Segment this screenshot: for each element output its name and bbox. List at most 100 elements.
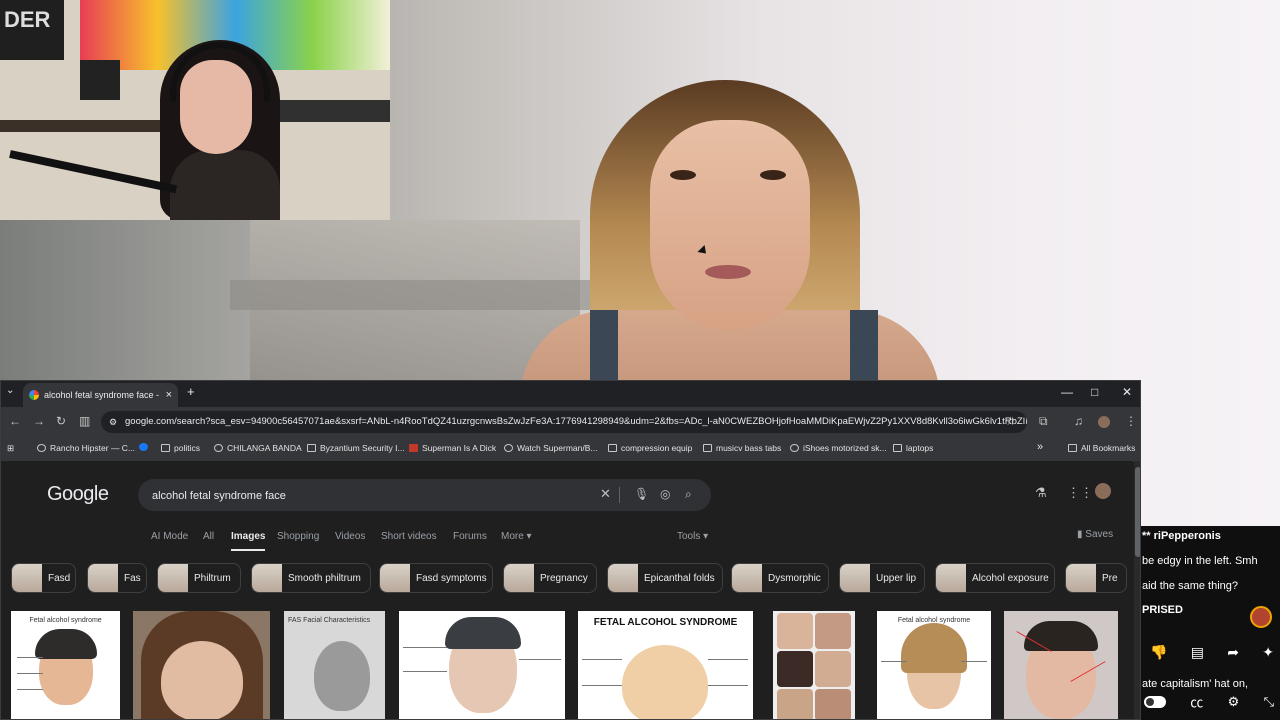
account-avatar[interactable] (1095, 483, 1111, 499)
search-input[interactable] (150, 485, 594, 507)
site-info-icon[interactable]: ⚙ (109, 411, 117, 433)
dislike-icon[interactable]: 👎 (1150, 644, 1167, 661)
image-result[interactable] (133, 611, 270, 719)
gear-icon[interactable]: ⚙ (1228, 694, 1240, 710)
bookmark-item[interactable]: Superman Is A Dick (409, 443, 496, 453)
tab-more[interactable]: More ▾ (501, 531, 532, 542)
bookmark-item[interactable]: Watch Superman/B... (504, 443, 597, 453)
tab-images[interactable]: Images (231, 531, 266, 551)
page-scrollbar[interactable] (1134, 461, 1140, 719)
image-result[interactable]: Fetal alcohol syndrome (11, 611, 120, 719)
image-result[interactable]: FAS Facial Characteristics (284, 611, 385, 719)
chip-label: Alcohol exposure (972, 572, 1049, 584)
bookmark-folder[interactable]: compression equip (608, 443, 692, 453)
menu-icon[interactable]: ⋮ (1125, 414, 1137, 428)
minimize-button[interactable]: — (1061, 385, 1073, 399)
chip[interactable]: Upper lip (839, 563, 925, 593)
sparkle-icon[interactable]: ✦ (1262, 644, 1274, 661)
share-icon[interactable]: ➦ (1227, 644, 1239, 661)
chip[interactable]: Dysmorphic (731, 563, 829, 593)
scrollbar-thumb[interactable] (1135, 467, 1140, 557)
labs-flask-icon[interactable]: ⚗ (1035, 485, 1047, 501)
reload-icon[interactable]: ↻ (56, 414, 66, 428)
chip[interactable]: Alcohol exposure (935, 563, 1055, 593)
tab-search-icon[interactable]: ⌄ (6, 385, 14, 396)
lens-icon[interactable]: ◎ (660, 487, 670, 501)
bookmark-folder[interactable]: laptops (893, 443, 933, 453)
saves-button[interactable]: ▮ Saves (1077, 529, 1113, 540)
facebook-bookmark[interactable] (139, 443, 152, 451)
chip[interactable]: Fas (87, 563, 147, 593)
autoplay-toggle[interactable] (1144, 695, 1166, 708)
microphone-arm (9, 150, 178, 194)
chip[interactable]: Smooth philtrum (251, 563, 371, 593)
address-bar[interactable]: ⚙ google.com/search?sca_esv=94900c564570… (101, 411, 1027, 433)
side-panel-icon[interactable]: ▥ (79, 414, 90, 428)
tab-close-icon[interactable]: × (166, 389, 172, 401)
bookmark-folder[interactable]: musicv bass tabs (703, 443, 781, 453)
chip[interactable]: Philtrum (157, 563, 241, 593)
apps-icon[interactable]: ⊞ (7, 443, 14, 454)
chip-label: Fasd (48, 572, 71, 584)
browser-tab[interactable]: alcohol fetal syndrome face - G × (23, 383, 178, 407)
presenter-person (520, 60, 940, 410)
illustrated-face (622, 645, 708, 719)
chip[interactable]: Fasd (11, 563, 76, 593)
cc-icon[interactable]: ㏄ (1190, 692, 1203, 711)
chip[interactable]: Fasd symptoms (379, 563, 493, 593)
bookmark-label: laptops (906, 443, 934, 453)
chip[interactable]: Pregnancy (503, 563, 597, 593)
tools-button[interactable]: Tools ▾ (677, 531, 708, 542)
profile-avatar[interactable] (1098, 416, 1110, 428)
clear-search-icon[interactable]: ✕ (600, 486, 611, 502)
bookmark-item[interactable]: Byzantium Security I... (307, 443, 405, 453)
chat-message: ate capitalism' hat on, (1142, 678, 1249, 690)
image-result[interactable] (399, 611, 565, 719)
tab-all[interactable]: All (203, 531, 214, 542)
bookmark-star-icon[interactable]: ☆ (1005, 414, 1016, 428)
background-monitor (80, 60, 120, 100)
chip[interactable]: Pre (1065, 563, 1127, 593)
facebook-icon (139, 443, 148, 451)
globe-icon (37, 444, 46, 452)
tab-videos[interactable]: Videos (335, 531, 365, 542)
chip-label: Epicanthal folds (644, 572, 715, 584)
close-window-button[interactable]: ✕ (1122, 385, 1132, 399)
tab-ai-mode[interactable]: AI Mode (151, 531, 188, 542)
image-result[interactable]: Fetal alcohol syndrome (877, 611, 991, 719)
tab-short-videos[interactable]: Short videos (381, 531, 437, 542)
voice-search-icon[interactable]: 🎙 (634, 487, 649, 501)
image-caption: Fetal alcohol syndrome (29, 617, 102, 624)
chip[interactable]: Epicanthal folds (607, 563, 723, 593)
image-result[interactable]: FETAL ALCOHOL SYNDROME (578, 611, 753, 719)
forward-icon[interactable]: → (33, 414, 45, 428)
annotation-line (881, 661, 907, 662)
bookmark-folder[interactable]: politics (161, 443, 200, 453)
image-result[interactable] (773, 611, 855, 719)
chat-avatar (1250, 606, 1272, 628)
google-logo[interactable]: Google (47, 483, 109, 506)
search-box[interactable]: ✕ 🎙 ◎ ⌕ (138, 479, 711, 511)
tab-forums[interactable]: Forums (453, 531, 487, 542)
photo-tile (777, 651, 813, 687)
bookmark-item[interactable]: CHILANGA BANDA (214, 443, 302, 453)
bookmark-item[interactable]: Rancho Hipster — C... (37, 443, 135, 453)
google-apps-icon[interactable]: ⋮⋮ (1067, 485, 1093, 501)
collapse-icon[interactable]: ⤡ (1264, 694, 1274, 710)
tab-shopping[interactable]: Shopping (277, 531, 319, 542)
bookmark-item[interactable]: iShoes motorized sk... (790, 443, 887, 453)
folder-icon (893, 444, 902, 452)
all-bookmarks-folder[interactable]: All Bookmarks (1068, 443, 1135, 453)
chip-label: Pre (1102, 572, 1118, 584)
image-result[interactable] (1004, 611, 1118, 719)
chip-label: Upper lip (876, 572, 917, 584)
new-tab-button[interactable]: + (187, 384, 195, 399)
search-icon[interactable]: ⌕ (685, 487, 692, 502)
annotation-line (582, 659, 622, 660)
comment-icon[interactable]: ▤ (1191, 644, 1204, 661)
media-control-icon[interactable]: ♫ (1074, 414, 1083, 428)
back-icon[interactable]: ← (9, 414, 21, 428)
bookmarks-overflow-button[interactable]: » (1037, 441, 1043, 453)
extensions-icon[interactable]: ⧉ (1039, 414, 1048, 429)
maximize-button[interactable]: □ (1091, 385, 1098, 399)
